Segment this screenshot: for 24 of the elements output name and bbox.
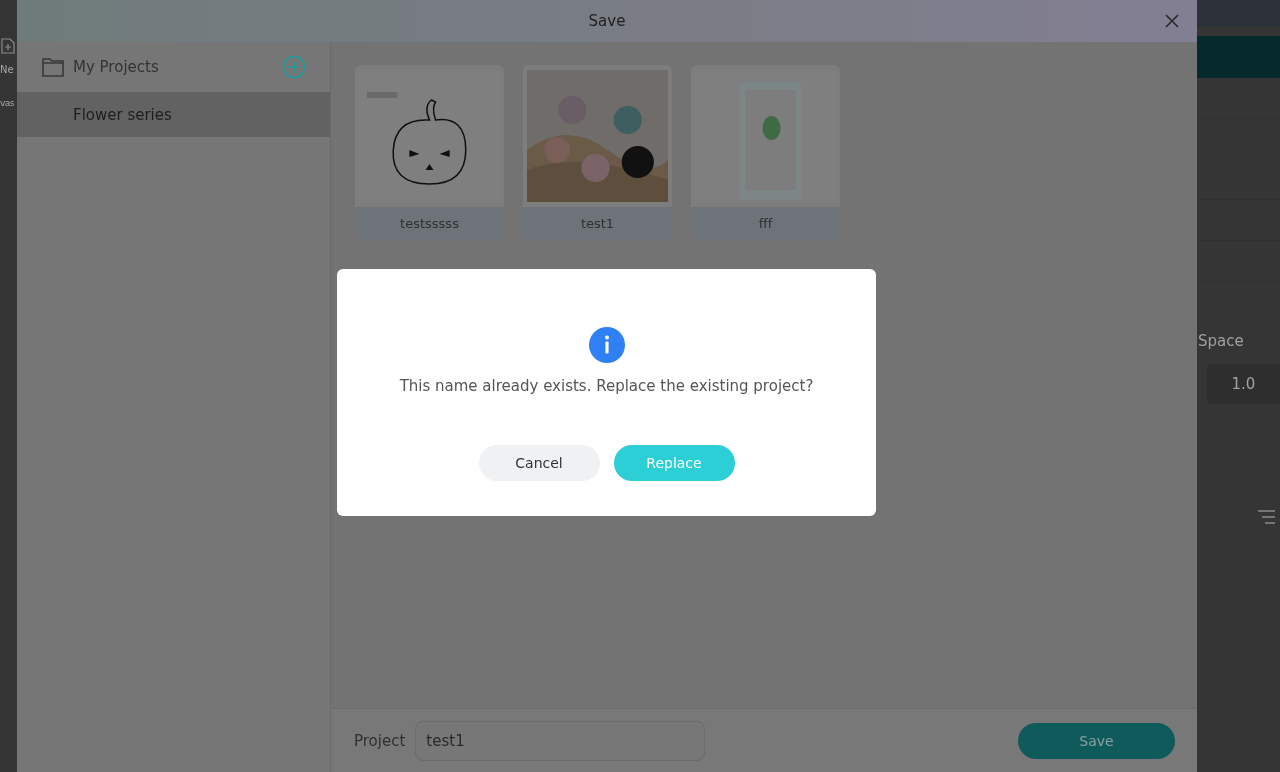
spacing-field[interactable]: 1.0: [1207, 364, 1280, 404]
tab-label: vas: [0, 98, 15, 108]
dialog-title: Save: [588, 12, 626, 30]
button-label: Ne: [0, 64, 14, 75]
replace-button[interactable]: Replace: [613, 445, 735, 481]
info-icon: [588, 327, 625, 363]
field-label: Project: [354, 731, 406, 750]
sidebar-item[interactable]: Flower series: [17, 92, 330, 137]
add-file-icon: [1, 38, 15, 54]
folder-icon: [42, 57, 64, 77]
project-name: testsssss: [355, 207, 504, 240]
close-icon[interactable]: [1164, 13, 1180, 29]
setting-label: Space: [1197, 332, 1245, 350]
project-card[interactable]: fff: [691, 65, 840, 240]
save-button[interactable]: Save: [1018, 722, 1175, 759]
project-name-field[interactable]: test1: [415, 720, 706, 761]
project-card[interactable]: test1: [523, 65, 672, 240]
project-card[interactable]: testsssss: [355, 65, 504, 240]
project-name: fff: [691, 207, 840, 240]
align-icon[interactable]: [1256, 510, 1276, 524]
confirm-message: This name already exists. Replace the existing project?: [399, 377, 814, 395]
folder-name[interactable]: My Projects: [73, 58, 282, 76]
project-name: test1: [523, 207, 672, 240]
cancel-button[interactable]: Cancel: [478, 445, 600, 481]
